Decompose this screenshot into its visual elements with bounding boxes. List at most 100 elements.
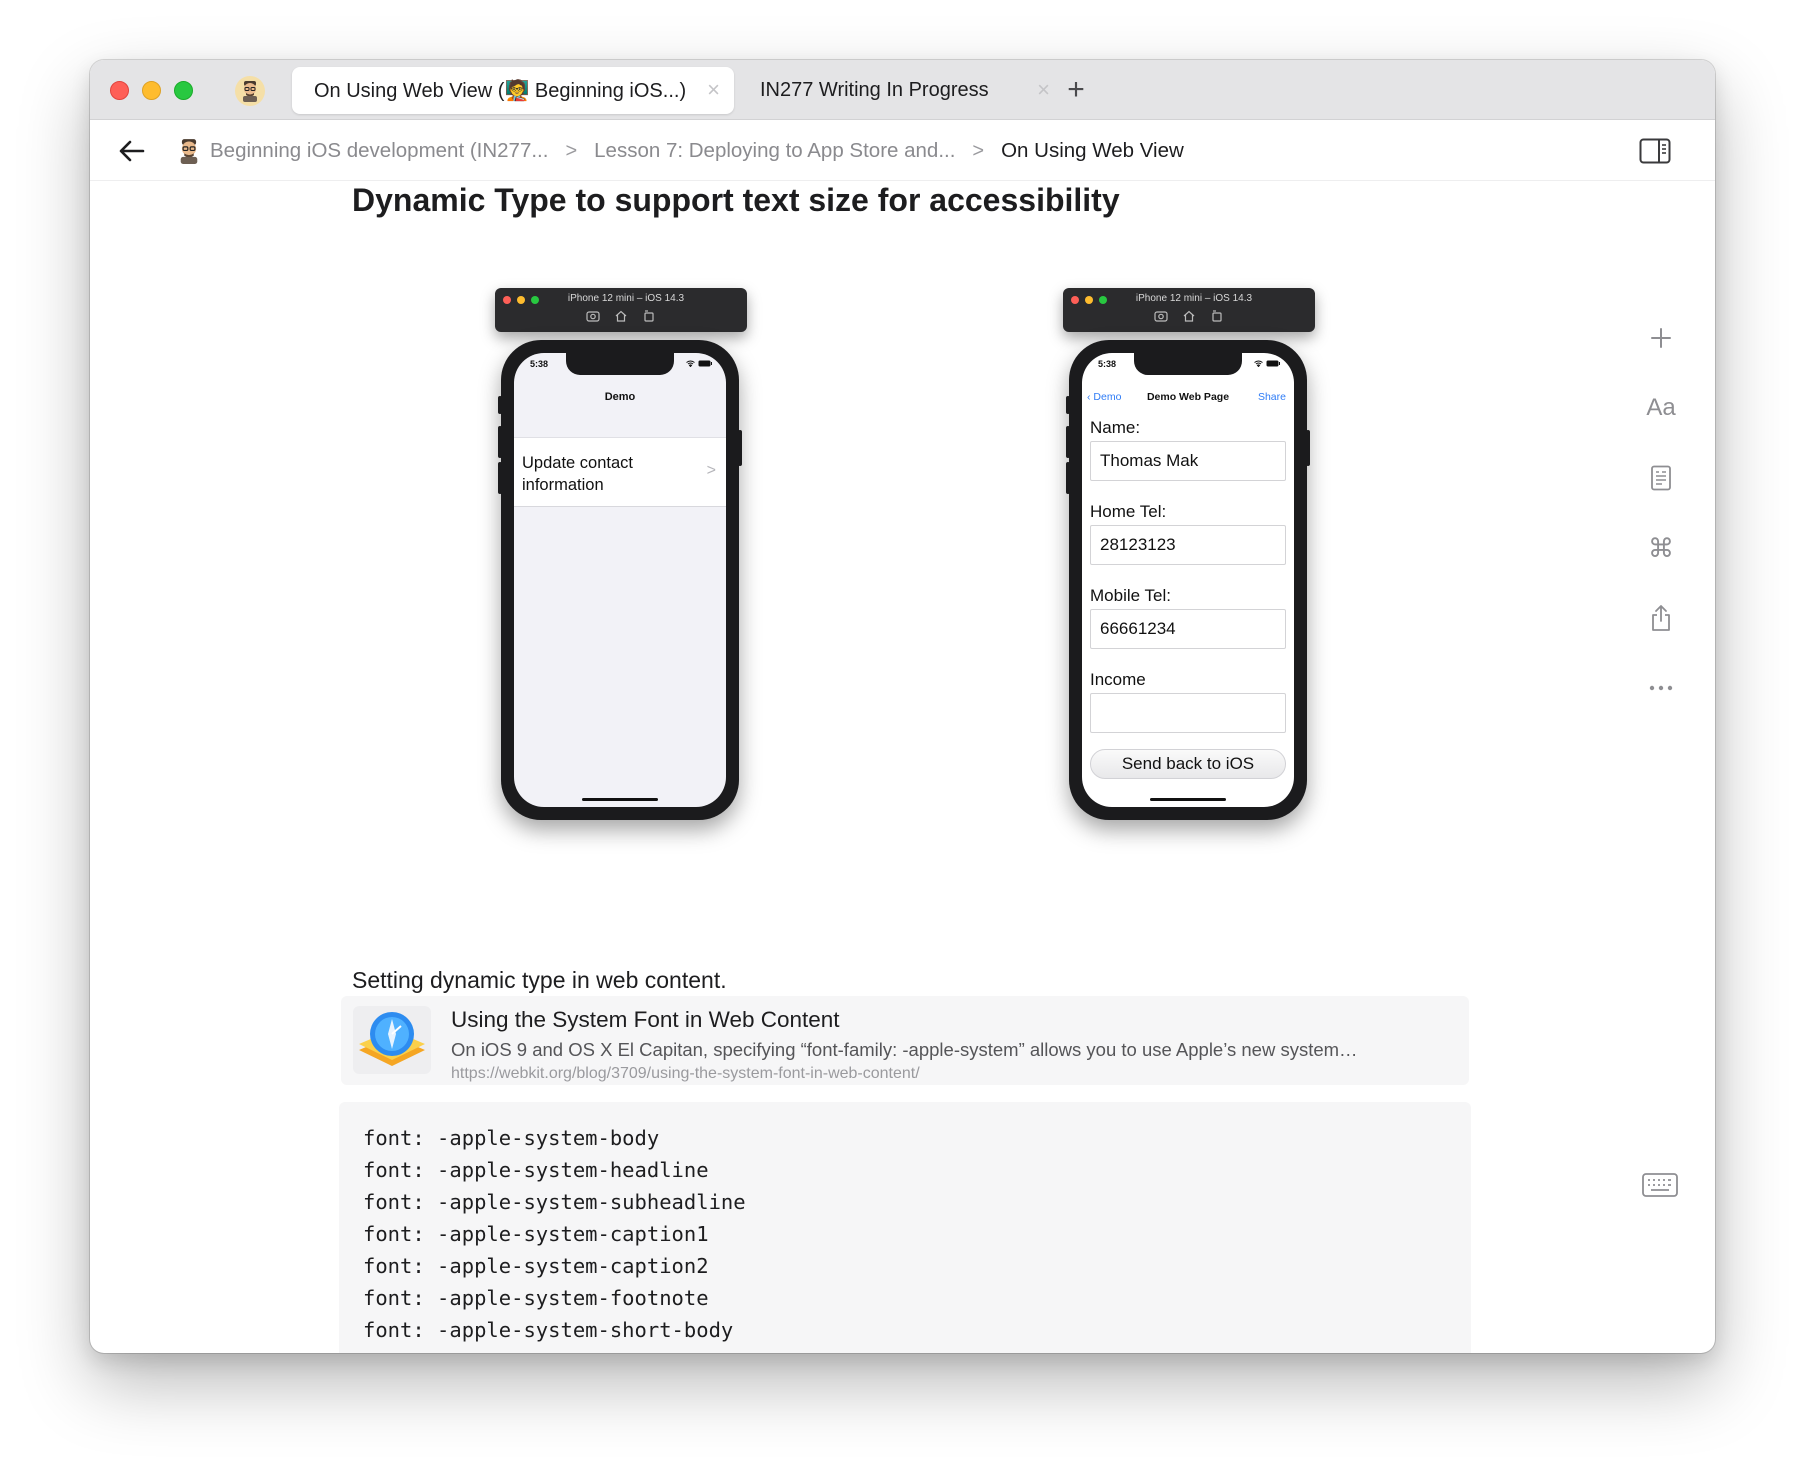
simulator-title: iPhone 12 mini – iOS 14.3 bbox=[567, 293, 685, 304]
body-paragraph: Setting dynamic type in web content. bbox=[352, 967, 727, 993]
share-icon[interactable] bbox=[1643, 600, 1679, 636]
web-form: Name: Thomas Mak Home Tel: 28123123 Mobi… bbox=[1090, 417, 1286, 779]
home-tel-field[interactable]: 28123123 bbox=[1090, 525, 1286, 565]
course-avatar-icon bbox=[176, 138, 202, 164]
income-label: Income bbox=[1090, 670, 1146, 689]
income-field[interactable] bbox=[1090, 693, 1286, 733]
text-format-icon[interactable]: Aa bbox=[1643, 390, 1679, 426]
mobile-tel-label: Mobile Tel: bbox=[1090, 586, 1171, 605]
close-window-button[interactable] bbox=[110, 81, 129, 100]
webkit-logo-icon bbox=[353, 1006, 431, 1074]
code-block[interactable]: font: -apple-system-body font: -apple-sy… bbox=[339, 1102, 1471, 1353]
document-content: Dynamic Type to support text size for ac… bbox=[90, 182, 1715, 1353]
wifi-icon bbox=[686, 360, 695, 367]
workspace-avatar[interactable] bbox=[235, 76, 265, 106]
simulator-titlebar: iPhone 12 mini – iOS 14.3 bbox=[1063, 288, 1315, 332]
simulator-titlebar: iPhone 12 mini – iOS 14.3 bbox=[495, 288, 747, 332]
mute-switch bbox=[1066, 396, 1070, 414]
list-cell-label: Update contact information bbox=[522, 454, 633, 494]
screenshot-icon bbox=[586, 311, 600, 322]
link-title: Using the System Font in Web Content bbox=[451, 1007, 840, 1032]
nav-title: Demo bbox=[604, 391, 636, 403]
code-line: font: -apple-system-short-body bbox=[363, 1318, 734, 1342]
tab-on-using-web-view[interactable]: On Using Web View (🧑‍🏫 Beginning iOS...)… bbox=[292, 67, 734, 114]
simulator-screenshot-right: iPhone 12 mini – iOS 14.3 5:38 ‹ Demo De… bbox=[1063, 288, 1315, 848]
side-button bbox=[738, 430, 742, 466]
status-icons bbox=[1254, 360, 1280, 367]
home-icon bbox=[1183, 310, 1195, 322]
rotate-icon bbox=[644, 310, 654, 322]
notch bbox=[1134, 353, 1242, 375]
close-tab-icon[interactable]: × bbox=[707, 79, 720, 101]
volume-down-button bbox=[1066, 462, 1070, 494]
link-preview-card[interactable]: Using the System Font in Web Content On … bbox=[341, 996, 1469, 1085]
volume-up-button bbox=[1066, 426, 1070, 458]
outline-icon[interactable] bbox=[1643, 460, 1679, 496]
code-line: font: -apple-system-subheadline bbox=[363, 1190, 746, 1214]
minimize-window-button[interactable] bbox=[142, 81, 161, 100]
iphone-frame: 5:38 Demo Update contact information > bbox=[498, 340, 742, 820]
simulator-toolbar bbox=[1063, 310, 1315, 322]
code-line: font: -apple-system-body bbox=[363, 1126, 660, 1150]
code-line: font: -apple-system-footnote bbox=[363, 1286, 709, 1310]
iphone-frame: 5:38 ‹ Demo Demo Web Page Share Name: Th… bbox=[1066, 340, 1310, 820]
notch bbox=[566, 353, 674, 375]
chevron-right-icon: > bbox=[565, 139, 578, 162]
volume-down-button bbox=[498, 462, 502, 494]
close-tab-icon[interactable]: × bbox=[1037, 79, 1050, 101]
breadcrumb-course[interactable]: Beginning iOS development (IN277... bbox=[210, 139, 548, 163]
side-toolbar: Aa ⌘ bbox=[1625, 320, 1697, 720]
link-description: On iOS 9 and OS X El Capitan, specifying… bbox=[451, 1039, 1358, 1060]
code-line: font: -apple-system-caption2 bbox=[363, 1254, 709, 1278]
more-icon[interactable] bbox=[1643, 670, 1679, 706]
home-indicator bbox=[1150, 798, 1226, 801]
battery-icon bbox=[698, 360, 712, 367]
code-line: font: -apple-system-headline bbox=[363, 1158, 709, 1182]
tab-label: On Using Web View (🧑‍🏫 Beginning iOS...) bbox=[314, 80, 687, 102]
breadcrumb-lesson[interactable]: Lesson 7: Deploying to App Store and... bbox=[594, 139, 955, 163]
home-indicator bbox=[582, 798, 658, 801]
sidebar-toggle-icon[interactable] bbox=[1639, 138, 1671, 164]
mobile-tel-field[interactable]: 66661234 bbox=[1090, 609, 1286, 649]
keyboard-icon[interactable] bbox=[1642, 1173, 1678, 1197]
avatar-icon bbox=[243, 81, 257, 102]
battery-icon bbox=[1266, 360, 1280, 367]
back-arrow-icon[interactable] bbox=[116, 135, 148, 167]
command-icon[interactable]: ⌘ bbox=[1643, 530, 1679, 566]
simulator-toolbar bbox=[495, 310, 747, 322]
tab-label: IN277 Writing In Progress bbox=[760, 79, 989, 101]
disclosure-chevron-icon: > bbox=[706, 462, 716, 479]
share-button[interactable]: Share bbox=[1258, 391, 1286, 403]
simulator-screenshot-left: iPhone 12 mini – iOS 14.3 5:38 Demo Upda… bbox=[495, 288, 747, 848]
breadcrumb-current-page[interactable]: On Using Web View bbox=[1001, 139, 1184, 163]
page-heading: Dynamic Type to support text size for ac… bbox=[352, 182, 1120, 218]
tab-bar: On Using Web View (🧑‍🏫 Beginning iOS...)… bbox=[90, 60, 1715, 120]
plus-icon[interactable] bbox=[1643, 320, 1679, 356]
app-window: On Using Web View (🧑‍🏫 Beginning iOS...)… bbox=[90, 60, 1715, 1353]
rotate-icon bbox=[1212, 310, 1222, 322]
list-cell-update-contact[interactable]: Update contact information > bbox=[514, 437, 726, 507]
home-icon bbox=[615, 310, 627, 322]
send-back-button[interactable]: Send back to iOS bbox=[1090, 749, 1286, 779]
link-url: https://webkit.org/blog/3709/using-the-s… bbox=[451, 1065, 920, 1082]
mute-switch bbox=[498, 396, 502, 414]
chevron-right-icon: > bbox=[972, 139, 985, 162]
name-label: Name: bbox=[1090, 418, 1141, 437]
volume-up-button bbox=[498, 426, 502, 458]
status-time: 5:38 bbox=[530, 359, 549, 369]
name-field[interactable]: Thomas Mak bbox=[1090, 441, 1286, 481]
iphone-screen: 5:38 Demo Update contact information > bbox=[514, 353, 726, 807]
code-line: font: -apple-system-caption1 bbox=[363, 1222, 709, 1246]
home-tel-label: Home Tel: bbox=[1090, 502, 1167, 521]
breadcrumb: Beginning iOS development (IN277... > Le… bbox=[176, 121, 1184, 181]
iphone-screen: 5:38 ‹ Demo Demo Web Page Share Name: Th… bbox=[1082, 353, 1294, 807]
simulator-title: iPhone 12 mini – iOS 14.3 bbox=[1135, 293, 1253, 304]
tab-in277-writing[interactable]: IN277 Writing In Progress × bbox=[760, 67, 1050, 114]
navigation-bar: Beginning iOS development (IN277... > Le… bbox=[90, 121, 1715, 181]
screenshot-icon bbox=[1154, 311, 1168, 322]
wifi-icon bbox=[1254, 360, 1263, 367]
zoom-window-button[interactable] bbox=[174, 81, 193, 100]
status-time: 5:38 bbox=[1098, 359, 1117, 369]
status-icons bbox=[686, 360, 712, 367]
new-tab-button[interactable]: + bbox=[1056, 70, 1096, 110]
